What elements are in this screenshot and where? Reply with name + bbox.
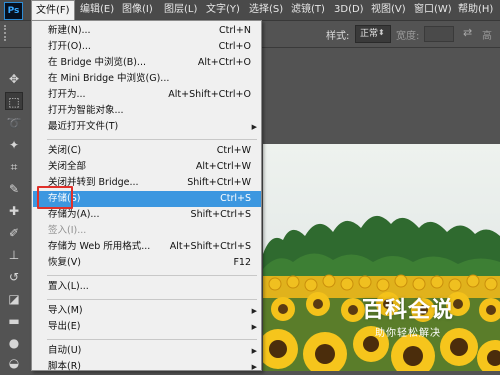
marquee-options-icon[interactable] xyxy=(4,25,16,41)
menu-view[interactable]: 视图(V) xyxy=(367,0,410,20)
menu-item-scripts[interactable]: 脚本(R) ▶ xyxy=(33,359,261,375)
tools-panel: ✥ ⬚ ➰ ✦ ⌗ ✎ ✚ ✐ ⊥ ↺ ◪ ▬ ● ◒ xyxy=(0,48,29,371)
menu-separator xyxy=(47,275,257,276)
menu-bar: Ps 文件(F) 编辑(E) 图像(I) 图层(L) 文字(Y) 选择(S) 滤… xyxy=(0,0,500,21)
menu-item-place[interactable]: 置入(L)... xyxy=(33,279,261,295)
menu-item-save-for-web[interactable]: 存储为 Web 所用格式... Alt+Shift+Ctrl+S xyxy=(33,239,261,255)
brush-tool-icon[interactable]: ✐ xyxy=(5,224,23,242)
menu-3d[interactable]: 3D(D) xyxy=(330,0,368,20)
menu-item-browse-mini-bridge[interactable]: 在 Mini Bridge 中浏览(G)... xyxy=(33,71,261,87)
swap-icon[interactable]: ⇄ xyxy=(463,26,472,39)
healing-brush-tool-icon[interactable]: ✚ xyxy=(5,202,23,220)
submenu-arrow-icon: ▶ xyxy=(251,347,257,355)
menu-separator xyxy=(47,339,257,340)
marquee-tool-icon[interactable]: ⬚ xyxy=(5,92,23,110)
menu-item-export[interactable]: 导出(E) ▶ xyxy=(33,319,261,335)
submenu-arrow-icon: ▶ xyxy=(251,323,257,331)
save-annotation-box xyxy=(37,186,73,209)
menu-layer[interactable]: 图层(L) xyxy=(160,0,201,20)
menu-item-import[interactable]: 导入(M) ▶ xyxy=(33,303,261,319)
menu-filter[interactable]: 滤镜(T) xyxy=(287,0,329,20)
menu-item-recent-files[interactable]: 最近打开文件(T) ▶ xyxy=(33,119,261,135)
watermark: 百科全说 助你轻松解决 xyxy=(343,292,473,342)
magic-wand-tool-icon[interactable]: ✦ xyxy=(5,136,23,154)
menu-item-save-as[interactable]: 存储为(A)... Shift+Ctrl+S xyxy=(33,207,261,223)
width-label: 宽度: xyxy=(396,31,420,42)
menu-separator xyxy=(47,299,257,300)
menu-item-revert[interactable]: 恢复(V) F12 xyxy=(33,255,261,271)
menu-item-new[interactable]: 新建(N)... Ctrl+N xyxy=(33,23,261,39)
menu-edit[interactable]: 编辑(E) xyxy=(76,0,118,20)
gradient-tool-icon[interactable]: ▬ xyxy=(5,312,23,330)
clone-stamp-tool-icon[interactable]: ⊥ xyxy=(5,246,23,264)
dodge-tool-icon[interactable]: ◒ xyxy=(5,354,23,372)
style-select[interactable]: 正常 xyxy=(355,25,391,43)
style-label: 样式: xyxy=(326,31,350,42)
lasso-tool-icon[interactable]: ➰ xyxy=(5,114,23,132)
move-tool-icon[interactable]: ✥ xyxy=(5,70,23,88)
eraser-tool-icon[interactable]: ◪ xyxy=(5,290,23,308)
eyedropper-tool-icon[interactable]: ✎ xyxy=(5,180,23,198)
history-brush-tool-icon[interactable]: ↺ xyxy=(5,268,23,286)
menu-type[interactable]: 文字(Y) xyxy=(202,0,244,20)
menu-item-close-all[interactable]: 关闭全部 Alt+Ctrl+W xyxy=(33,159,261,175)
submenu-arrow-icon: ▶ xyxy=(251,363,257,371)
menu-select[interactable]: 选择(S) xyxy=(245,0,287,20)
menu-help[interactable]: 帮助(H) xyxy=(454,0,497,20)
watermark-title: 百科全说 xyxy=(361,298,454,323)
submenu-arrow-icon: ▶ xyxy=(251,307,257,315)
height-label: 高 xyxy=(482,31,492,42)
menu-window[interactable]: 窗口(W) xyxy=(410,0,456,20)
crop-tool-icon[interactable]: ⌗ xyxy=(5,158,23,176)
menu-item-open[interactable]: 打开(O)... Ctrl+O xyxy=(33,39,261,55)
menu-item-close[interactable]: 关闭(C) Ctrl+W xyxy=(33,143,261,159)
menu-item-automate[interactable]: 自动(U) ▶ xyxy=(33,343,261,359)
menu-separator xyxy=(47,139,257,140)
menu-item-check-in[interactable]: 签入(I)... xyxy=(33,223,261,239)
menu-file[interactable]: 文件(F) xyxy=(31,0,75,20)
submenu-arrow-icon: ▶ xyxy=(251,123,257,131)
menu-item-open-as[interactable]: 打开为... Alt+Shift+Ctrl+O xyxy=(33,87,261,103)
blur-tool-icon[interactable]: ● xyxy=(5,334,23,352)
photoshop-logo: Ps xyxy=(4,2,23,20)
watermark-subtitle: 助你轻松解决 xyxy=(375,328,441,339)
chevron-down-icon: ⬍ xyxy=(378,28,385,37)
menu-image[interactable]: 图像(I) xyxy=(118,0,157,20)
menu-item-browse-bridge[interactable]: 在 Bridge 中浏览(B)... Alt+Ctrl+O xyxy=(33,55,261,71)
menu-item-open-smart-object[interactable]: 打开为智能对象... xyxy=(33,103,261,119)
width-input[interactable] xyxy=(424,26,454,42)
